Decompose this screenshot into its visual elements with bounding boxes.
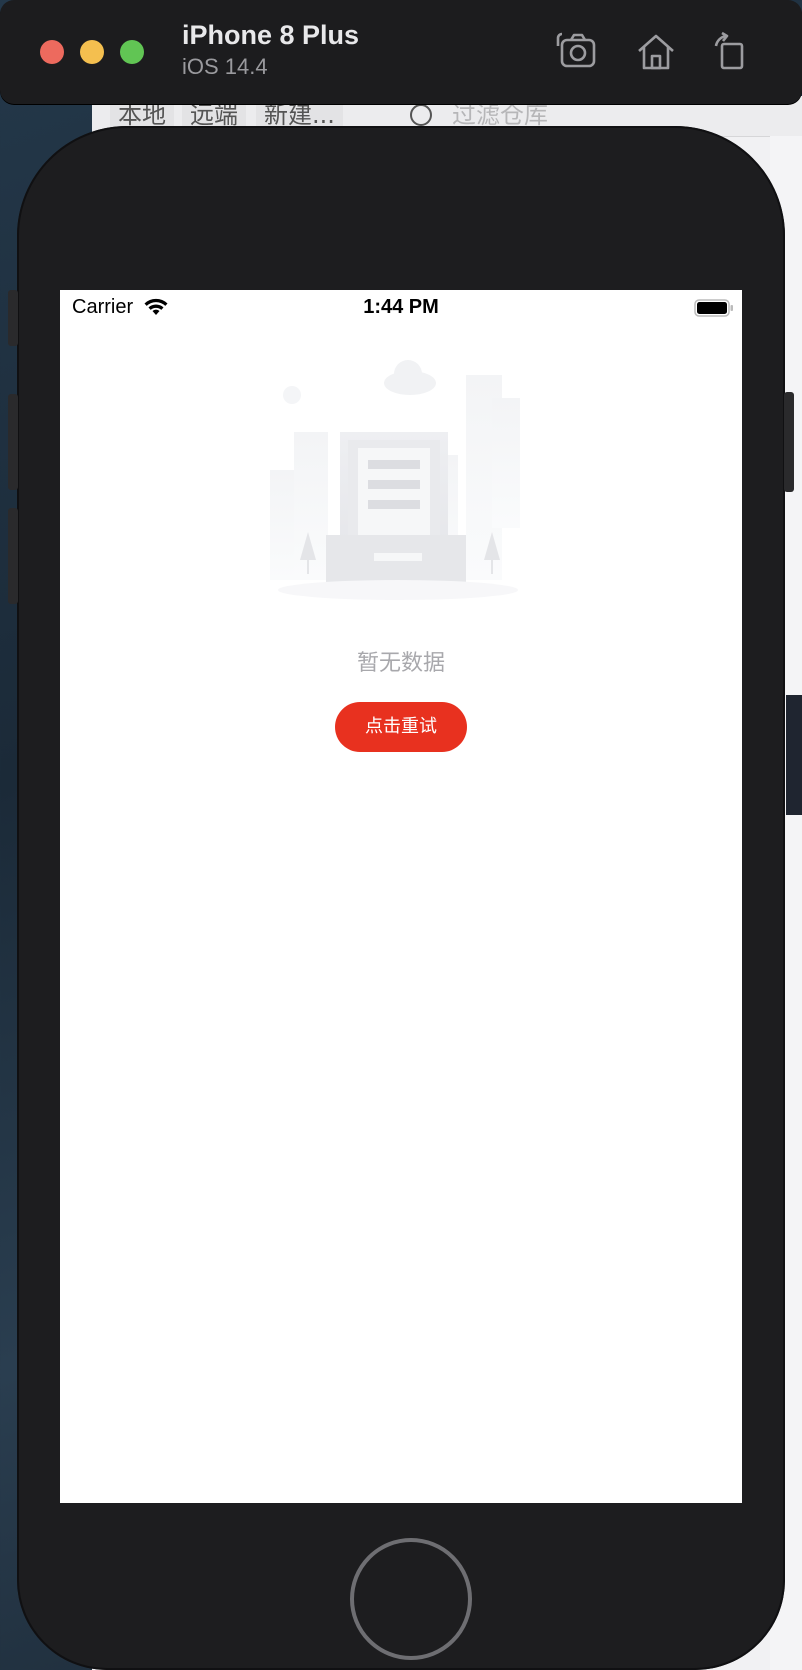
background-dark-panel: [786, 695, 802, 815]
close-window-button[interactable]: [40, 40, 64, 64]
device-name: iPhone 8 Plus: [182, 20, 360, 50]
home-button[interactable]: [350, 1538, 472, 1660]
device-screen: Carrier 1:44 PM 暂无数据 点击重试: [60, 290, 742, 1503]
bg-search-icon: [410, 104, 432, 126]
empty-state-illustration-icon: [270, 360, 520, 600]
battery-icon: [694, 298, 734, 318]
mute-switch[interactable]: [8, 290, 18, 346]
power-button[interactable]: [784, 392, 794, 492]
device-frame: Carrier 1:44 PM 暂无数据 点击重试: [17, 126, 785, 1670]
status-time: 1:44 PM: [363, 296, 439, 318]
empty-state-message: 暂无数据: [356, 651, 445, 676]
home-icon[interactable]: [634, 30, 678, 74]
status-bar: Carrier 1:44 PM: [60, 290, 742, 330]
minimize-window-button[interactable]: [80, 40, 104, 64]
screenshot-icon[interactable]: [556, 30, 600, 74]
retry-button[interactable]: 点击重试: [335, 702, 467, 752]
zoom-window-button[interactable]: [120, 40, 144, 64]
volume-up-button[interactable]: [8, 394, 18, 490]
volume-down-button[interactable]: [8, 508, 18, 604]
simulator-titlebar: iPhone 8 Plus iOS 14.4: [0, 0, 802, 104]
os-version: iOS 14.4: [182, 54, 268, 79]
rotate-icon[interactable]: [708, 30, 752, 74]
